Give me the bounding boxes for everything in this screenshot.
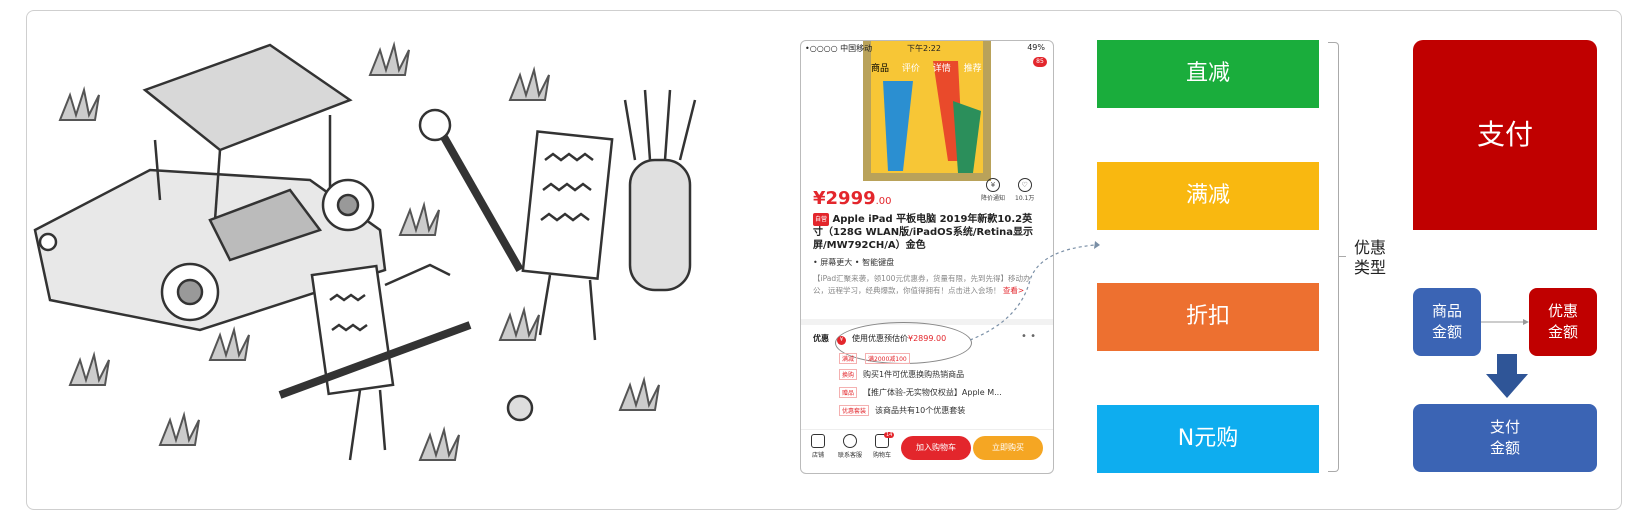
time-text: 下午2:22 [907, 44, 941, 53]
cart-button[interactable]: 购物车 14 [867, 432, 897, 459]
promo-label: 优惠套装 [839, 405, 870, 416]
pay-amount-label: 支付 金额 [1489, 418, 1520, 457]
tab-reviews[interactable]: 评价 [902, 64, 920, 74]
golf-illustration [33, 41, 697, 461]
promo-section-label: 优惠 [813, 334, 829, 343]
goods-amount-box: 商品 金额 [1413, 288, 1481, 356]
promo-estimate-text: 使用优惠预估价 [852, 334, 908, 343]
down-arrow-icon [1486, 354, 1528, 398]
discount-type-label: 优惠 类型 [1354, 238, 1387, 277]
promo-row-full-reduction[interactable]: 满减 满2000减100 [839, 353, 910, 364]
connector-arrow [1481, 319, 1529, 325]
cart-count-badge: 85 [1033, 57, 1047, 67]
store-icon [811, 434, 825, 448]
second-character [278, 263, 534, 461]
buy-now-button[interactable]: 立即购买 [973, 436, 1043, 460]
bracket-tick [1338, 256, 1346, 257]
type-discount: 折扣 [1097, 283, 1319, 351]
type-direct-reduction: 直减 [1097, 40, 1319, 108]
goods-amount-label: 商品 金额 [1431, 302, 1462, 341]
battery-text: 49% [1027, 43, 1045, 52]
promo-row-gift[interactable]: 赠品 【推广体验-无实物仅权益】Apple M... [839, 387, 1002, 398]
pay-block: 支付 [1413, 40, 1597, 230]
coupon-icon: ¥ [837, 336, 846, 345]
pay-amount-box: 支付 金额 [1413, 404, 1597, 472]
tab-product[interactable]: 商品 [871, 64, 889, 74]
customer-service-button[interactable]: 联系客服 [835, 434, 865, 459]
price-decimal: .00 [875, 196, 892, 207]
promo-text: 【推广体验-无实物仅权益】Apple M... [863, 388, 1002, 397]
price-notify-button[interactable]: ¥ 降价通知 [981, 178, 1005, 202]
cart-count: 14 [884, 432, 895, 438]
product-features: • 屏幕更大 • 智能键盘 [813, 258, 895, 267]
golfer-character [418, 89, 697, 341]
product-tabs: 商品 评价 详情 推荐 [871, 61, 992, 74]
promo-estimate-row[interactable]: ¥ 使用优惠预估价¥2899.00 [837, 333, 946, 345]
add-to-cart-button[interactable]: 加入购物车 [901, 436, 971, 460]
service-label: 联系客服 [837, 452, 862, 459]
chat-icon [843, 434, 857, 448]
promo-row-bundle[interactable]: 优惠套装 该商品共有10个优惠套装 [839, 405, 965, 416]
promo-estimate-price: ¥2899.00 [908, 334, 947, 343]
fav-label: 10.1万 [1015, 195, 1035, 202]
self-run-tag: 自营 [813, 213, 830, 226]
promo-label: 赠品 [839, 387, 858, 398]
promo-text: 该商品共有10个优惠套装 [875, 406, 966, 415]
promo-label: 满减 [839, 353, 858, 364]
price-main: ¥2999 [813, 188, 876, 209]
discount-amount-box: 优惠 金额 [1529, 288, 1597, 356]
type-full-reduction: 满减 [1097, 162, 1319, 230]
store-label: 店铺 [811, 452, 824, 459]
cart-label: 购物车 [872, 452, 891, 459]
dashed-connector [969, 241, 1100, 341]
favorite-button[interactable]: ♡ 10.1万 [1015, 178, 1034, 202]
promo-extra-tag: 满2000减100 [865, 353, 910, 364]
tab-recommend[interactable]: 推荐 [964, 64, 982, 74]
status-bar: •○○○○ 中国移动 下午2:22 49% [801, 41, 1053, 55]
product-price: ¥2999.00 [813, 188, 892, 209]
bell-icon: ¥ [986, 178, 1000, 192]
promo-row-exchange[interactable]: 换购 购买1件可优惠换购热销商品 [839, 369, 964, 380]
carrier-text: •○○○○ 中国移动 [805, 44, 873, 53]
discount-amount-label: 优惠 金额 [1547, 302, 1578, 341]
tab-details[interactable]: 详情 [933, 64, 951, 74]
notify-label: 降价通知 [981, 195, 1006, 202]
promo-label: 换购 [839, 369, 858, 380]
type-n-yuan-buy: N元购 [1097, 405, 1319, 473]
heart-icon: ♡ [1017, 178, 1032, 192]
bottom-action-bar: 店铺 联系客服 购物车 14 加入购物车 立即购买 [801, 429, 1053, 473]
store-button[interactable]: 店铺 [803, 434, 833, 459]
group-bracket [1328, 42, 1339, 472]
promo-text: 购买1件可优惠换购热销商品 [863, 370, 965, 379]
